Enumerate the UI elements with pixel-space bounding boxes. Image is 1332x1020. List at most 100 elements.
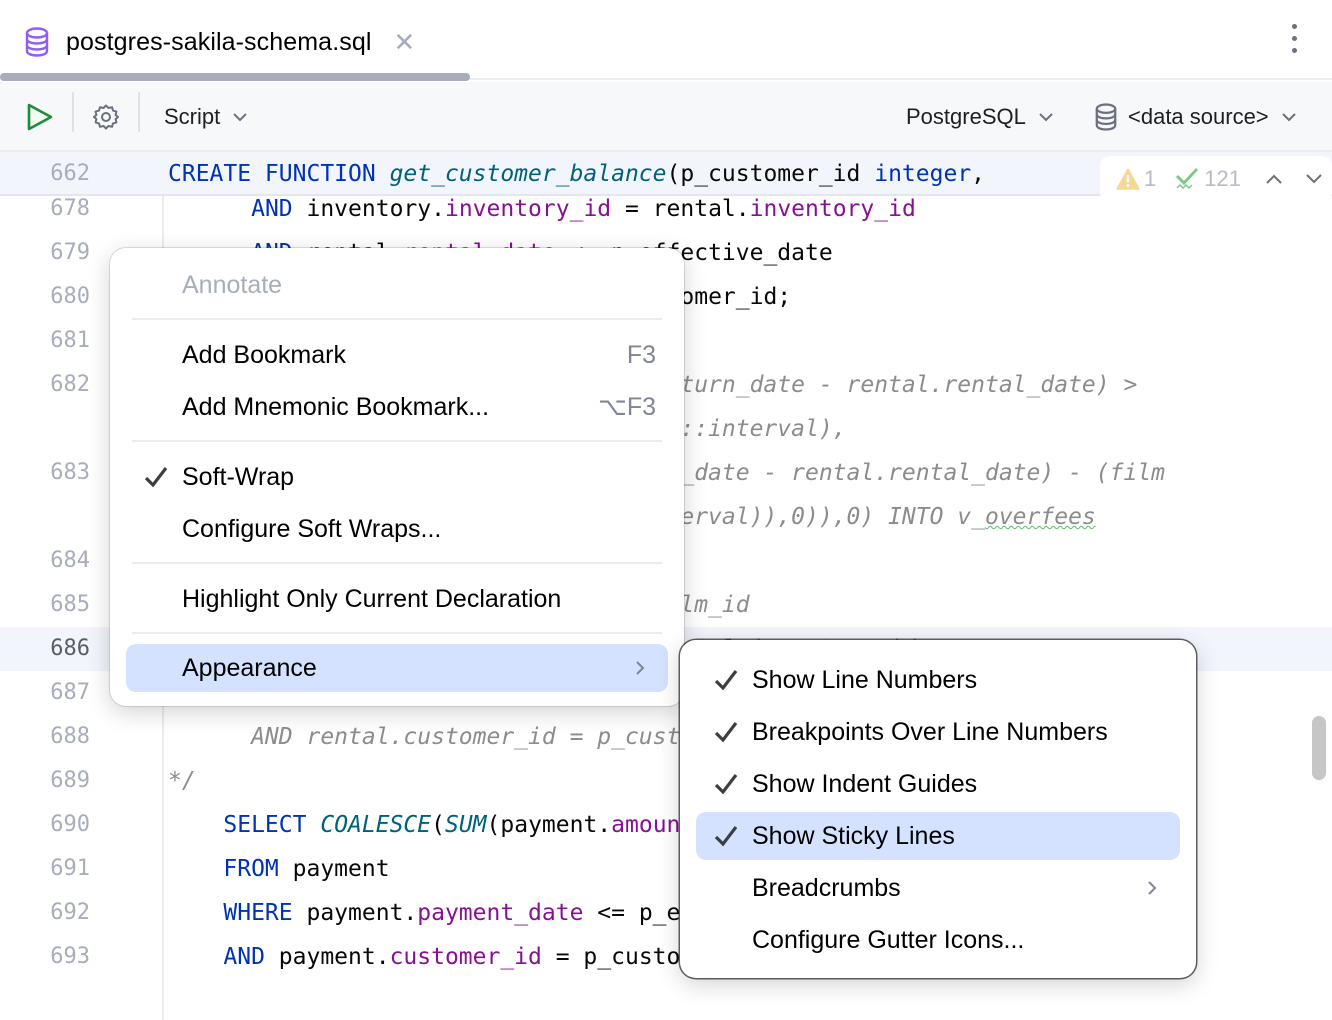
code-token: SELECT (223, 812, 307, 838)
menu-item-show-indent-guides[interactable]: Show Indent Guides (696, 760, 1180, 808)
code-token: inventory_id (749, 196, 916, 222)
checkmark-icon (714, 670, 738, 691)
line-number[interactable]: 685 (0, 583, 90, 627)
code-token: inventory_id (444, 196, 612, 222)
line-number: 662 (50, 161, 90, 186)
appearance-submenu: Show Line Numbers Breakpoints Over Line … (680, 640, 1196, 978)
menu-separator (132, 440, 662, 442)
shortcut-label: ⌥F3 (598, 393, 656, 421)
script-dropdown[interactable]: Script (164, 82, 248, 152)
line-number[interactable]: 687 (0, 671, 90, 715)
menu-separator (132, 318, 662, 320)
vertical-scrollbar[interactable] (1312, 716, 1326, 780)
checkmark-icon (714, 826, 738, 847)
menu-item-show-sticky-lines[interactable]: Show Sticky Lines (696, 812, 1180, 860)
menu-item-breakpoints-over-line-numbers[interactable]: Breakpoints Over Line Numbers (696, 708, 1180, 756)
chevron-down-icon (1039, 113, 1053, 122)
chevron-down-icon[interactable] (1305, 173, 1323, 185)
line-number[interactable]: 689 (0, 759, 90, 803)
code-text: FROM payment (168, 847, 389, 891)
menu-separator (132, 632, 662, 634)
chevron-right-icon (636, 661, 645, 675)
settings-button[interactable] (92, 82, 120, 152)
checkmark-icon (714, 774, 738, 795)
code-token: WHERE (223, 900, 293, 926)
inspection-widget[interactable]: 1 121 (1100, 156, 1332, 202)
line-number[interactable]: 691 (0, 847, 90, 891)
menu-item-breadcrumbs[interactable]: Breadcrumbs (696, 864, 1180, 912)
menu-item-add-mnemonic-bookmark[interactable]: Add Mnemonic Bookmark... ⌥F3 (126, 383, 668, 431)
menu-item-configure-soft-wraps[interactable]: Configure Soft Wraps... (126, 505, 668, 553)
code-token: FROM (223, 856, 279, 882)
line-number[interactable]: 686 (0, 627, 90, 671)
chevron-down-icon (1281, 113, 1296, 122)
sql-dialect-dropdown[interactable]: PostgreSQL (906, 82, 1054, 152)
code-token: ( (431, 812, 445, 838)
line-number[interactable]: 688 (0, 715, 90, 759)
toolbar-separator (138, 92, 140, 132)
menu-item-soft-wrap[interactable]: Soft-Wrap (126, 453, 668, 501)
line-number[interactable]: 693 (0, 935, 90, 979)
code-token: */ (168, 768, 196, 794)
checkmark-icon (714, 722, 738, 743)
menu-item-show-line-numbers[interactable]: Show Line Numbers (696, 656, 1180, 704)
script-label: Script (164, 104, 221, 129)
code-token: get_customer_balance (389, 161, 667, 187)
line-number[interactable]: 682 (0, 363, 90, 407)
line-number[interactable]: 683 (0, 451, 90, 495)
line-number[interactable]: 679 (0, 231, 90, 275)
warning-count: 1 (1144, 166, 1157, 191)
line-number[interactable]: 681 (0, 319, 90, 363)
line-number[interactable]: 690 (0, 803, 90, 847)
checkmark-icon (144, 467, 168, 488)
code-token: (payment. (486, 812, 612, 838)
code-token: AND (251, 196, 293, 222)
typo-check-icon (1176, 167, 1199, 190)
data-source-label: <data source> (1128, 104, 1269, 129)
code-token: AND (223, 944, 265, 970)
code-token: payment_date (417, 900, 584, 926)
data-source-dropdown[interactable]: <data source> (1094, 82, 1297, 152)
sticky-line-code: CREATE FUNCTION get_customer_balance(p_c… (168, 152, 985, 196)
gear-icon (93, 104, 119, 130)
code-token: customer_id (389, 944, 542, 970)
code-token: payment. (264, 944, 390, 970)
menu-item-annotate[interactable]: Annotate (126, 261, 668, 309)
run-button[interactable] (26, 82, 54, 152)
line-number[interactable]: 692 (0, 891, 90, 935)
shortcut-label: F3 (626, 340, 656, 369)
chevron-right-icon (1148, 881, 1157, 895)
editor-tab-bar: postgres-sakila-schema.sql ✕ (0, 0, 1332, 81)
chevron-up-icon[interactable] (1265, 173, 1283, 185)
dialect-label: PostgreSQL (906, 104, 1026, 129)
active-tab-indicator (0, 73, 470, 81)
chevron-down-icon (233, 113, 247, 122)
menu-item-appearance[interactable]: Appearance (126, 644, 668, 692)
editor-gutter-context-menu: Annotate Add Bookmark F3 Add Mnemonic Bo… (110, 248, 684, 706)
code-token: SUM (444, 812, 487, 838)
editor-toolbar: Script PostgreSQL <data source> (0, 82, 1332, 152)
menu-item-configure-gutter-icons[interactable]: Configure Gutter Icons... (696, 916, 1180, 964)
more-options-icon[interactable] (1284, 24, 1304, 58)
typo-underline: overfees (984, 504, 1096, 530)
menu-item-highlight-current-declaration[interactable]: Highlight Only Current Declaration (126, 575, 668, 623)
database-icon (1095, 103, 1117, 131)
tab-postgres-sakila-schema[interactable]: postgres-sakila-schema.sql ✕ (24, 22, 415, 62)
code-token: , (971, 161, 986, 187)
code-token: payment. (292, 900, 418, 926)
warning-icon (1116, 168, 1140, 190)
code-token: = rental. (611, 196, 750, 222)
line-number[interactable]: 680 (0, 275, 90, 319)
typo-count: 121 (1204, 166, 1241, 191)
close-icon[interactable]: ✕ (394, 29, 416, 55)
code-token: COALESCE (320, 812, 432, 838)
code-token: (p_customer_id (666, 161, 875, 187)
play-icon (27, 103, 53, 131)
line-number[interactable]: 684 (0, 539, 90, 583)
menu-item-add-bookmark[interactable]: Add Bookmark F3 (126, 331, 668, 379)
menu-separator (132, 562, 662, 564)
